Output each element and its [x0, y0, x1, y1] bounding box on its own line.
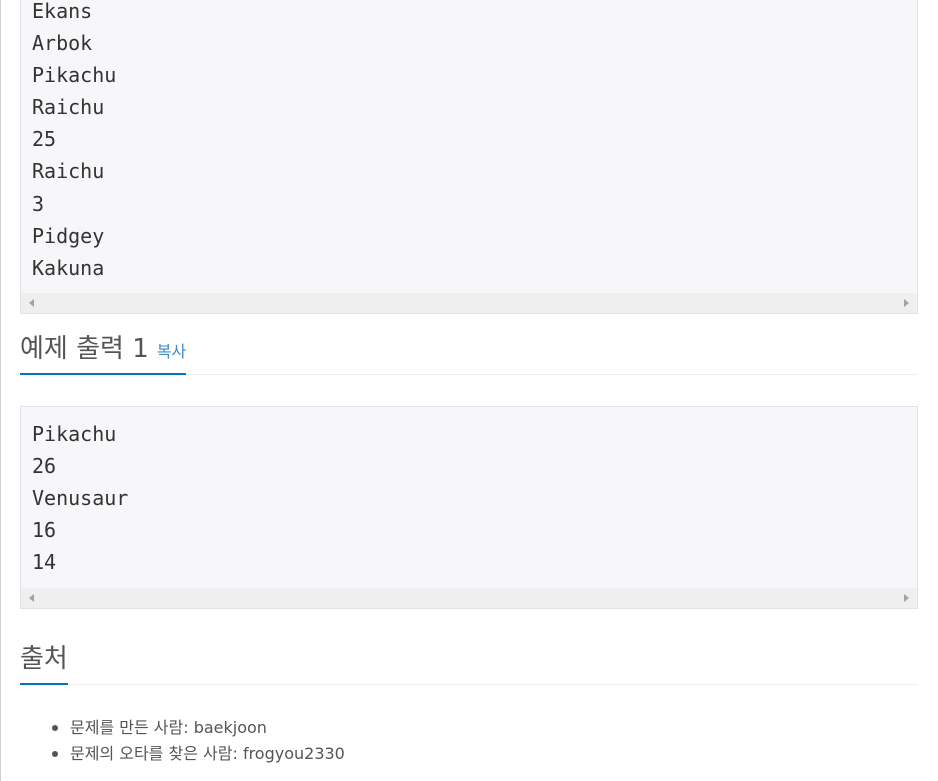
typo-finder-username[interactable]: frogyou2330: [243, 744, 345, 763]
scroll-left-arrow-icon[interactable]: [29, 299, 34, 307]
sample-output-title-text: 예제 출력 1: [20, 334, 149, 364]
sample-output-line: 14: [32, 550, 57, 575]
sample-input-line: Raichu: [32, 159, 105, 184]
sample-input-line: Kakuna: [32, 255, 105, 280]
sample-input-line: 3: [32, 191, 45, 216]
sample-output-header: 예제 출력 1 복사: [20, 328, 918, 375]
source-item-typo-finder: 문제의 오타를 찾은 사람: frogyou2330: [52, 741, 345, 767]
sample-output-horizontal-scrollbar[interactable]: [21, 588, 917, 608]
sample-input-line: Arbok: [32, 31, 93, 56]
sample-input-box: Ekans Arbok Pikachu Raichu 25 Raichu 3 P…: [20, 0, 918, 314]
sample-input-line: Ekans: [32, 0, 93, 23]
sample-input-lines: Ekans Arbok Pikachu Raichu 25 Raichu 3 P…: [21, 0, 917, 284]
sample-output-line: 16: [32, 518, 57, 543]
sample-input-line: 25: [32, 127, 57, 152]
source-header: 출처: [20, 638, 918, 685]
sample-input-line: Raichu: [32, 95, 105, 120]
author-username[interactable]: baekjoon: [194, 718, 267, 737]
scroll-left-arrow-icon[interactable]: [29, 594, 34, 602]
source-item-label: 문제의 오타를 찾은 사람:: [70, 744, 243, 763]
sample-input-line: Pikachu: [32, 63, 117, 88]
source-item-label: 문제를 만든 사람:: [70, 718, 194, 737]
source-item-author: 문제를 만든 사람: baekjoon: [52, 715, 345, 741]
source-list: 문제를 만든 사람: baekjoon 문제의 오타를 찾은 사람: frogy…: [52, 715, 345, 767]
source-title: 출처: [20, 638, 68, 685]
sample-input-horizontal-scrollbar[interactable]: [21, 293, 917, 313]
sample-output-line: 26: [32, 454, 57, 479]
sample-output-lines: Pikachu 26 Venusaur 16 14: [21, 407, 917, 578]
sample-input-line: Pidgey: [32, 223, 105, 248]
sample-output-box: Pikachu 26 Venusaur 16 14: [20, 406, 918, 609]
scroll-right-arrow-icon[interactable]: [904, 594, 909, 602]
scroll-right-arrow-icon[interactable]: [904, 299, 909, 307]
copy-button[interactable]: 복사: [157, 342, 186, 361]
sample-output-line: Venusaur: [32, 486, 129, 511]
sample-output-title: 예제 출력 1 복사: [20, 328, 187, 375]
page-left-border: [0, 0, 1, 781]
problem-page: Ekans Arbok Pikachu Raichu 25 Raichu 3 P…: [0, 0, 938, 781]
sample-output-line: Pikachu: [32, 422, 117, 446]
